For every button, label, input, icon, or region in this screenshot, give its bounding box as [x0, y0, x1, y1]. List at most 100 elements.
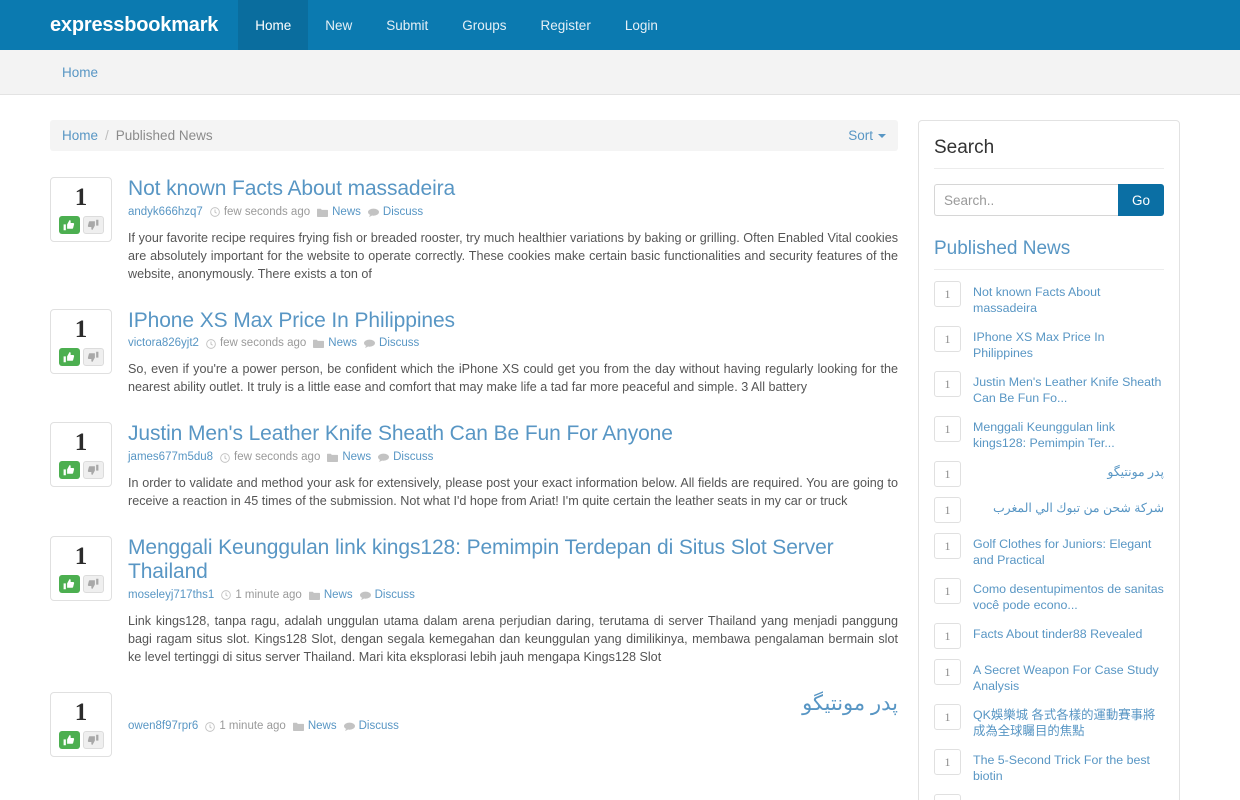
sidebar-news-link[interactable]: QK娛樂城 各式各樣的運動賽事將成為全球矚目的焦點: [973, 704, 1164, 739]
thumbs-up-icon[interactable]: [58, 575, 80, 594]
nav-link-home[interactable]: Home: [238, 0, 309, 50]
sort-dropdown[interactable]: Sort: [848, 128, 886, 143]
clock-icon: [209, 207, 220, 218]
nav-links: Home New Submit Groups Register Login: [238, 0, 675, 50]
vote-count: 1: [74, 184, 88, 211]
article-timestamp: few seconds ago: [223, 205, 311, 218]
thumbs-up-icon[interactable]: [58, 730, 80, 749]
vote-box: 1: [50, 177, 112, 242]
article-category-link[interactable]: News: [332, 205, 361, 220]
sidebar-column: Search Go Published News 1 Not known Fact…: [918, 120, 1180, 800]
sidebar-news-item: 1 Facts About tinder88 Revealed: [934, 618, 1164, 654]
nav-link-groups[interactable]: Groups: [445, 0, 523, 50]
news-vote-count: 1: [934, 533, 961, 559]
article-category-link[interactable]: News: [324, 588, 353, 603]
article-author-link[interactable]: james677m5du8: [128, 450, 213, 465]
thumbs-up-icon[interactable]: [58, 461, 80, 480]
sidebar-news-item: 1 پدر مونتیگو: [934, 456, 1164, 492]
article-category-link[interactable]: News: [328, 336, 357, 351]
search-go-button[interactable]: Go: [1117, 184, 1164, 216]
breadcrumb-separator: /: [105, 128, 109, 143]
sidebar-news-link[interactable]: IPhone XS Max Price In Philippines: [973, 326, 1164, 361]
chevron-down-icon: [878, 133, 886, 138]
clock-icon: [205, 721, 216, 732]
nav-link-new[interactable]: New: [308, 0, 369, 50]
search-input[interactable]: [934, 184, 1118, 216]
thumbs-down-icon[interactable]: [82, 216, 104, 234]
article-title-link[interactable]: Justin Men's Leather Knife Sheath Can Be…: [128, 422, 898, 446]
article-timestamp: 1 minute ago: [235, 588, 302, 601]
sidebar-news-link[interactable]: شركة شحن من تبوك الي المغرب: [973, 497, 1164, 516]
thumbs-down-icon[interactable]: [82, 347, 104, 366]
news-vote-count: 1: [934, 416, 961, 442]
sidebar-news-link[interactable]: Como desentupimentos de sanitas você pod…: [973, 578, 1164, 613]
comment-icon: [367, 208, 379, 217]
article-title-link[interactable]: پدر مونتیگو: [128, 692, 898, 716]
sidebar-news-item: 1 QK娛樂城 各式各樣的運動賽事將成為全球矚目的焦點: [934, 699, 1164, 744]
clock-icon: [206, 339, 216, 349]
article-author-link[interactable]: victora826yjt2: [128, 336, 199, 351]
sidebar-news-link[interactable]: Facts About tinder88 Revealed: [973, 623, 1164, 642]
sidebar-panel: Search Go Published News 1 Not known Fact…: [918, 120, 1180, 800]
thumbs-down-icon[interactable]: [82, 575, 104, 594]
sort-label[interactable]: Sort: [848, 128, 873, 143]
folder-icon: [313, 339, 325, 349]
subheader-home-link[interactable]: Home: [62, 65, 98, 80]
comment-icon: [343, 722, 355, 732]
comment-icon: [364, 340, 376, 349]
breadcrumb-current: Published News: [115, 128, 213, 143]
nav-link-login[interactable]: Login: [608, 0, 675, 50]
article-title-link[interactable]: Menggali Keunggulan link kings128: Pemim…: [128, 536, 898, 583]
published-news-title: Published News: [934, 238, 1164, 270]
vote-count: 1: [74, 315, 88, 343]
vote-count: 1: [74, 543, 88, 571]
sidebar-news-link[interactable]: Not known Facts About massadeira: [973, 281, 1164, 316]
article-item: 1 Not known Facts About massadeira andyk66…: [50, 177, 898, 283]
sidebar-news-link[interactable]: Justin Men's Leather Knife Sheath Can Be…: [973, 371, 1164, 406]
news-vote-count: 1: [934, 326, 961, 352]
article-discuss-link[interactable]: Discuss: [379, 336, 419, 351]
sidebar-news-link[interactable]: Golf Clothes for Juniors: Elegant and Pr…: [973, 533, 1164, 568]
news-vote-count: 1: [934, 497, 961, 523]
comment-icon: [343, 722, 355, 732]
search-form: Go: [934, 184, 1164, 216]
article-category-link[interactable]: News: [342, 450, 371, 465]
page-container: Home / Published News Sort 1 Not known Fa…: [0, 95, 1240, 800]
sidebar-news-link[interactable]: 5 Simple Techniques For Slot gacor: [973, 794, 1164, 800]
thumbs-up-icon[interactable]: [58, 216, 80, 234]
news-vote-count: 1: [934, 281, 961, 307]
vote-buttons: [51, 216, 111, 234]
nav-link-submit[interactable]: Submit: [369, 0, 445, 50]
sidebar-news-link[interactable]: The 5-Second Trick For the best biotin: [973, 749, 1164, 784]
breadcrumb-home[interactable]: Home: [62, 128, 98, 143]
article-author-link[interactable]: moseleyj717ths1: [128, 588, 214, 603]
article-meta: owen8f97rpr6 1 minute ago News Discuss: [128, 719, 898, 734]
article-title-link[interactable]: Not known Facts About massadeira: [128, 177, 898, 201]
article-discuss-link[interactable]: Discuss: [393, 450, 433, 465]
article-title-link[interactable]: IPhone XS Max Price In Philippines: [128, 309, 898, 333]
sidebar-news-item: 1 5 Simple Techniques For Slot gacor: [934, 789, 1164, 800]
article-body: If your favorite recipe requires frying …: [128, 230, 898, 281]
article-author-link[interactable]: andyk666hzq7: [128, 205, 203, 220]
article-discuss-link[interactable]: Discuss: [383, 205, 423, 220]
nav-link-register[interactable]: Register: [524, 0, 608, 50]
sidebar-news-link[interactable]: پدر مونتیگو: [973, 461, 1164, 480]
sidebar-news-item: 1 The 5-Second Trick For the best biotin: [934, 744, 1164, 789]
sidebar-news-item: 1 A Secret Weapon For Case Study Analysis: [934, 654, 1164, 699]
thumbs-up-icon[interactable]: [58, 347, 80, 366]
news-vote-count: 1: [934, 623, 961, 649]
sidebar-news-link[interactable]: Menggali Keunggulan link kings128: Pemim…: [973, 416, 1164, 451]
sidebar-news-link[interactable]: A Secret Weapon For Case Study Analysis: [973, 659, 1164, 694]
sidebar-news-item: 1 Not known Facts About massadeira: [934, 276, 1164, 321]
article-category-link[interactable]: News: [308, 719, 337, 734]
article-item: 1 پدر مونتیگو owen8f97rpr6 1 minute ago News…: [50, 691, 898, 757]
folder-icon: [308, 591, 320, 600]
vote-count: 1: [74, 429, 88, 457]
article-list: 1 Not known Facts About massadeira andyk66…: [50, 177, 898, 757]
brand-logo[interactable]: expressbookmark: [50, 0, 238, 50]
article-discuss-link[interactable]: Discuss: [359, 719, 399, 734]
article-discuss-link[interactable]: Discuss: [375, 588, 415, 603]
thumbs-down-icon[interactable]: [82, 461, 104, 480]
article-author-link[interactable]: owen8f97rpr6: [128, 719, 198, 734]
thumbs-down-icon[interactable]: [82, 730, 104, 749]
